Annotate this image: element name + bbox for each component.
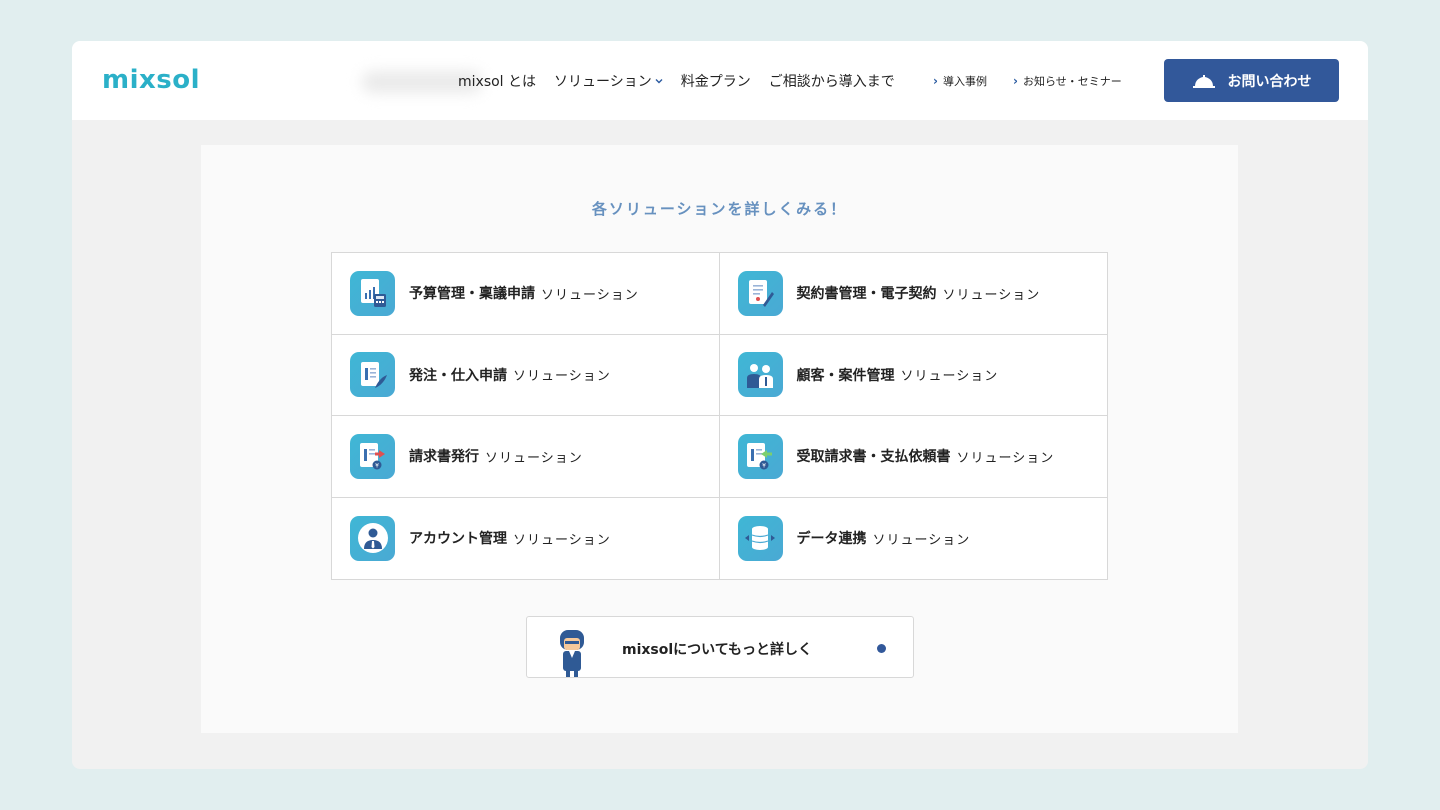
solution-data-integration[interactable]: データ連携 ソリューション [720, 498, 1108, 580]
chevron-right-icon: › [1013, 74, 1018, 88]
order-document-icon [350, 352, 395, 398]
subnav-item-label: お知らせ・セミナー [1022, 75, 1122, 88]
solution-label: 発注・仕入申請 [409, 367, 507, 384]
solution-suffix: ソリューション [872, 532, 971, 548]
solution-label: アカウント管理 [409, 531, 507, 548]
browser-frame: mixsol mixsol とは ソリューション 料金プラン ご相談から導入まで… [72, 41, 1368, 769]
svg-text:¥: ¥ [375, 463, 379, 470]
solution-invoice-receive[interactable]: ¥ 受取請求書・支払依頼書 ソリューション [719, 416, 1107, 498]
main-nav: mixsol とは ソリューション 料金プラン ご相談から導入まで [458, 71, 913, 91]
invoice-receive-icon: ¥ [737, 433, 783, 479]
nav-item-label: ご相談から導入まで [768, 74, 895, 90]
subnav-item-label: 導入事例 [942, 75, 987, 88]
site-header: mixsol mixsol とは ソリューション 料金プラン ご相談から導入まで… [72, 41, 1368, 120]
solution-label: 契約書管理・電子契約 [796, 286, 937, 303]
solution-label: 受取請求書・支払依頼書 [796, 449, 951, 466]
account-user-icon [350, 515, 395, 561]
solution-suffix: ソリューション [485, 450, 583, 466]
service-bell-icon [1192, 74, 1215, 88]
solution-suffix: ソリューション [513, 532, 611, 548]
solution-invoice-issue[interactable]: ¥ 請求書発行 ソリューション [332, 416, 720, 498]
mascot-icon [560, 630, 584, 677]
solution-contract[interactable]: 契約書管理・電子契約 ソリューション [719, 253, 1107, 335]
dot-icon [877, 644, 886, 653]
subnav-item-news[interactable]: › お知らせ・セミナー [1013, 73, 1122, 89]
svg-text:¥: ¥ [762, 463, 766, 470]
nav-item-label: mixsol とは [458, 74, 537, 90]
contact-button-label: お問い合わせ [1227, 73, 1312, 90]
database-sync-icon [737, 515, 783, 561]
solution-budget[interactable]: 予算管理・稟議申請 ソリューション [332, 253, 720, 335]
learn-more-button[interactable]: mixsolについてもっと詳しく [526, 616, 914, 678]
mixsol-logo[interactable]: mixsol [102, 65, 200, 95]
budget-calculator-icon [350, 270, 395, 316]
nav-item-solutions[interactable]: ソリューション [554, 71, 663, 91]
solution-order[interactable]: 発注・仕入申請 ソリューション [332, 334, 720, 416]
solutions-grid: 予算管理・稟議申請 ソリューション 契約書管理・電子契約 ソリューション 発注・… [331, 252, 1108, 580]
solution-suffix: ソリューション [942, 287, 1041, 303]
chevron-down-icon [655, 79, 663, 84]
solution-label: 請求書発行 [409, 449, 479, 466]
solution-suffix: ソリューション [513, 369, 611, 385]
solution-customers[interactable]: 顧客・案件管理 ソリューション [719, 335, 1107, 416]
solutions-panel: 各ソリューションを詳しくみる！ 予算管理・稟議申請 ソリューション 契約書管理・… [201, 145, 1238, 733]
solution-label: 予算管理・稟議申請 [409, 286, 535, 303]
nav-item-about[interactable]: mixsol とは [458, 71, 536, 91]
customers-icon [737, 352, 783, 398]
solution-label: データ連携 [796, 531, 867, 548]
solution-account[interactable]: アカウント管理 ソリューション [332, 497, 720, 579]
contact-button[interactable]: お問い合わせ [1164, 59, 1339, 102]
subnav-item-cases[interactable]: › 導入事例 [933, 73, 987, 89]
nav-item-pricing[interactable]: 料金プラン [681, 71, 751, 91]
contract-pen-icon [737, 270, 783, 316]
learn-more-label: mixsolについてもっと詳しく [622, 642, 813, 658]
invoice-send-icon: ¥ [350, 433, 395, 479]
solution-label: 顧客・案件管理 [796, 367, 895, 384]
solution-suffix: ソリューション [956, 450, 1055, 466]
chevron-right-icon: › [933, 74, 938, 88]
nav-item-onboarding[interactable]: ご相談から導入まで [769, 71, 895, 91]
solution-suffix: ソリューション [541, 287, 639, 303]
nav-item-label: 料金プラン [680, 74, 751, 90]
solution-suffix: ソリューション [900, 369, 999, 385]
section-title: 各ソリューションを詳しくみる！ [591, 200, 848, 218]
nav-item-label: ソリューション [554, 74, 652, 90]
